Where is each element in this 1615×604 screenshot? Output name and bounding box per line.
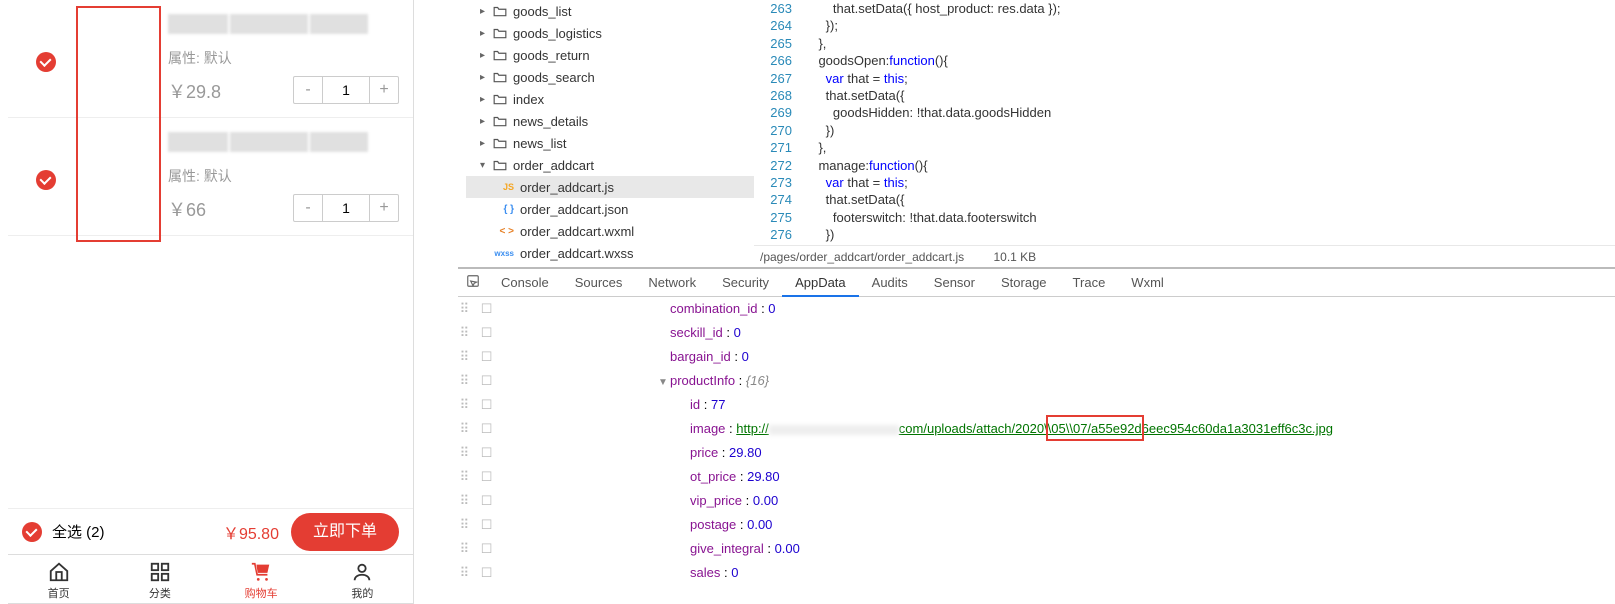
devtools-tab-sensor[interactable]: Sensor <box>921 269 988 297</box>
devtools-tab-audits[interactable]: Audits <box>859 269 921 297</box>
select-all-checkbox[interactable] <box>22 522 42 542</box>
tree-file[interactable]: < >order_addcart.wxml <box>466 220 754 242</box>
tree-folder[interactable]: ▸news_list <box>466 132 754 154</box>
cart-product-title <box>168 14 399 34</box>
editor-status-bar: /pages/order_addcart/order_addcart.js 10… <box>754 245 1615 267</box>
qty-plus-button[interactable]: + <box>370 195 398 221</box>
devtools-tab-sources[interactable]: Sources <box>562 269 636 297</box>
appdata-row[interactable]: ⠿ ☐postage : 0.00 <box>458 513 1615 537</box>
qty-plus-button[interactable]: + <box>370 77 398 103</box>
cart-product-price: ￥66 <box>168 196 206 222</box>
cart-product-price: ￥29.8 <box>168 78 221 104</box>
appdata-row[interactable]: ⠿ ☐▼productInfo : {16} <box>458 369 1615 393</box>
file-size: 10.1 KB <box>993 250 1036 264</box>
cart-total: ￥95.80 <box>223 520 279 544</box>
quantity-stepper[interactable]: - + <box>293 76 399 104</box>
tab-category[interactable]: 分类 <box>109 555 210 603</box>
home-icon <box>48 561 70 583</box>
appdata-row[interactable]: ⠿ ☐bargain_id : 0 <box>458 345 1615 369</box>
cart-footer: 全选 (2) ￥95.80 立即下单 <box>8 508 413 554</box>
attr-value: 默认 <box>204 50 232 66</box>
inspect-icon[interactable] <box>458 274 488 291</box>
devtools-tab-trace[interactable]: Trace <box>1060 269 1119 297</box>
tab-label: 首页 <box>48 585 70 601</box>
file-path: /pages/order_addcart/order_addcart.js <box>760 250 964 264</box>
tree-file[interactable]: { }order_addcart.json <box>466 198 754 220</box>
grid-icon <box>149 561 171 583</box>
tree-folder[interactable]: ▸goods_list <box>466 0 754 22</box>
tab-bar: 首页 分类 购物车 我的 <box>8 554 413 603</box>
tab-label: 分类 <box>149 585 171 601</box>
appdata-row[interactable]: ⠿ ☐price : 29.80 <box>458 441 1615 465</box>
devtools-tab-security[interactable]: Security <box>709 269 782 297</box>
qty-input[interactable] <box>322 195 370 221</box>
tab-mine[interactable]: 我的 <box>312 555 413 603</box>
checkbox-icon[interactable] <box>36 52 56 72</box>
cart-product-attr: 属性: 默认 <box>168 166 232 186</box>
devtools-tab-console[interactable]: Console <box>488 269 562 297</box>
line-gutter: 2632642652662672682692702712722732742752… <box>754 0 798 243</box>
appdata-row[interactable]: ⠿ ☐sales : 0 <box>458 561 1615 585</box>
attr-label: 属性: <box>168 50 200 66</box>
attr-value: 默认 <box>204 168 232 184</box>
appdata-row[interactable]: ⠿ ☐image : http://com/uploads/attach/202… <box>458 417 1615 441</box>
code-editor[interactable]: 2632642652662672682692702712722732742752… <box>754 0 1615 245</box>
attr-label: 属性: <box>168 168 200 184</box>
tree-file[interactable]: JSorder_addcart.js <box>466 176 754 198</box>
cart-product-title <box>168 132 399 152</box>
devtools-tab-network[interactable]: Network <box>635 269 709 297</box>
cart-product-attr: 属性: 默认 <box>168 48 232 68</box>
tree-folder[interactable]: ▸goods_search <box>466 66 754 88</box>
user-icon <box>351 561 373 583</box>
devtools-panel: ConsoleSourcesNetworkSecurityAppDataAudi… <box>458 267 1615 604</box>
appdata-row[interactable]: ⠿ ☐seckill_id : 0 <box>458 321 1615 345</box>
cart-icon <box>250 561 272 583</box>
devtools-tabs: ConsoleSourcesNetworkSecurityAppDataAudi… <box>458 269 1615 297</box>
file-tree[interactable]: ▸goods_list▸goods_logistics▸goods_return… <box>466 0 754 267</box>
tree-folder-open[interactable]: ▾order_addcart <box>466 154 754 176</box>
appdata-row[interactable]: ⠿ ☐ot_price : 29.80 <box>458 465 1615 489</box>
qty-minus-button[interactable]: - <box>294 77 322 103</box>
quantity-stepper[interactable]: - + <box>293 194 399 222</box>
code-content[interactable]: that.setData({ host_product: res.data })… <box>804 0 1615 243</box>
tab-home[interactable]: 首页 <box>8 555 109 603</box>
select-all-label[interactable]: 全选 (2) <box>52 521 105 542</box>
devtools-tab-appdata[interactable]: AppData <box>782 269 859 297</box>
devtools-tab-storage[interactable]: Storage <box>988 269 1060 297</box>
tree-folder[interactable]: ▸index <box>466 88 754 110</box>
cart-item[interactable]: 属性: 默认 ￥29.8 - + <box>8 0 413 118</box>
tree-folder[interactable]: ▸goods_return <box>466 44 754 66</box>
appdata-row[interactable]: ⠿ ☐combination_id : 0 <box>458 297 1615 321</box>
mobile-simulator: 属性: 默认 ￥29.8 - + 属性: 默认 ￥66 - + 全选 (2) ￥… <box>8 0 414 604</box>
appdata-tree[interactable]: ⠿ ☐combination_id : 0⠿ ☐seckill_id : 0⠿ … <box>458 297 1615 604</box>
devtools-tab-wxml[interactable]: Wxml <box>1118 269 1177 297</box>
tree-folder[interactable]: ▸news_details <box>466 110 754 132</box>
tree-file[interactable]: wxssorder_addcart.wxss <box>466 242 754 264</box>
qty-input[interactable] <box>322 77 370 103</box>
tab-label: 购物车 <box>245 585 278 601</box>
appdata-row[interactable]: ⠿ ☐id : 77 <box>458 393 1615 417</box>
tab-label: 我的 <box>351 585 373 601</box>
appdata-row[interactable]: ⠿ ☐vip_price : 0.00 <box>458 489 1615 513</box>
tab-cart[interactable]: 购物车 <box>211 555 312 603</box>
appdata-row[interactable]: ⠿ ☐give_integral : 0.00 <box>458 537 1615 561</box>
checkbox-icon[interactable] <box>36 170 56 190</box>
submit-order-button[interactable]: 立即下单 <box>291 513 399 551</box>
cart-item[interactable]: 属性: 默认 ￥66 - + <box>8 118 413 236</box>
qty-minus-button[interactable]: - <box>294 195 322 221</box>
tree-folder[interactable]: ▸goods_logistics <box>466 22 754 44</box>
